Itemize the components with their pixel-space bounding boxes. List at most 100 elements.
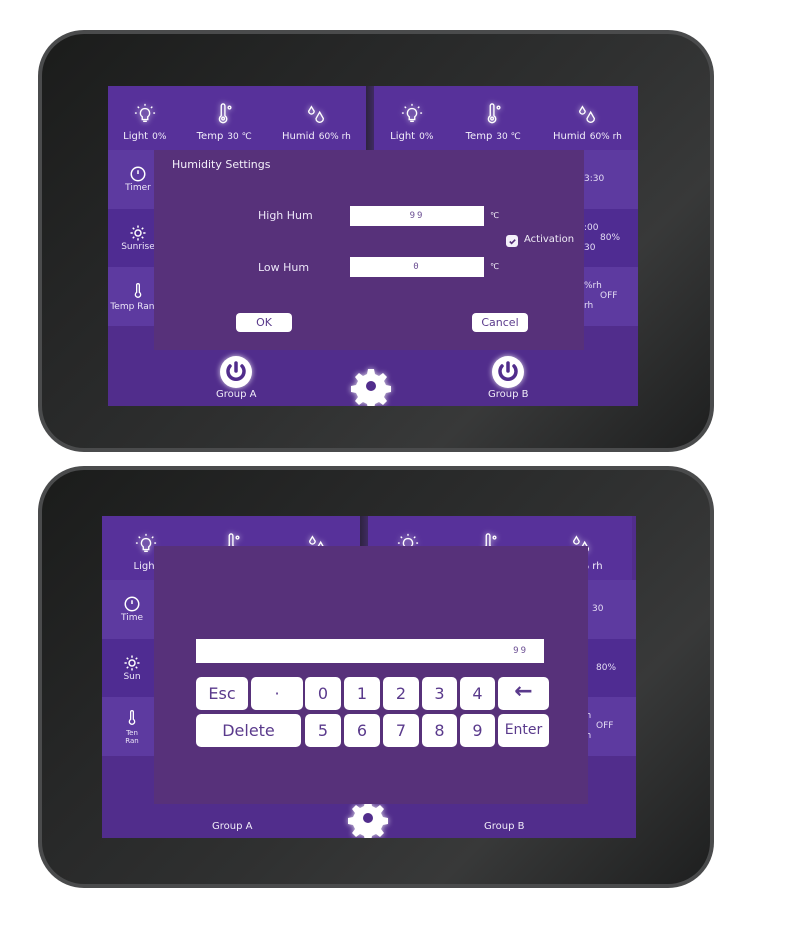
power-icon	[492, 356, 525, 388]
group-b-label: Group B	[484, 821, 525, 832]
group-a-label: Group A	[212, 821, 253, 832]
tile-label: Sunrise	[121, 241, 155, 252]
key-5[interactable]: 5	[305, 714, 341, 747]
key-4[interactable]: 4	[460, 677, 495, 710]
tile-value: OFF	[600, 291, 618, 302]
tile-value: %rh	[584, 281, 602, 292]
key-3[interactable]: 3	[422, 677, 457, 710]
high-hum-label: High Hum	[258, 209, 313, 222]
low-hum-label: Low Hum	[258, 261, 310, 274]
sensor-bar: Light0% Temp30 ℃ Humid60% rh Light0%	[108, 86, 638, 150]
tile-label: Time	[120, 613, 144, 624]
key-delete[interactable]: Delete	[196, 714, 301, 747]
activation-label: Activation	[524, 234, 575, 245]
tile-temp-range[interactable]: Ten Ran	[102, 697, 162, 756]
key-7[interactable]: 7	[383, 714, 419, 747]
thermometer-icon	[134, 283, 142, 299]
keypad-display[interactable]: 99	[196, 639, 544, 663]
humidity-drops-icon	[579, 105, 596, 123]
sensor-temp[interactable]: Temp 30 ℃	[466, 103, 521, 142]
sun-icon	[130, 225, 146, 241]
humidity-drops-icon	[308, 105, 325, 123]
tile-value: rh	[582, 711, 636, 721]
settings-gear-icon[interactable]	[351, 366, 391, 406]
tile-value: rh	[584, 301, 594, 312]
sensor-label: Light	[123, 131, 149, 142]
key-esc[interactable]: Esc	[196, 677, 248, 710]
key-2[interactable]: 2	[383, 677, 419, 710]
sensor-temp[interactable]: Temp 30 ℃	[197, 103, 252, 142]
group-a-label: Group A	[216, 389, 257, 400]
tile-value: rh	[582, 731, 636, 741]
tile-value: )	[582, 673, 636, 683]
tile-value: 30	[584, 242, 596, 253]
tile-value: 80%	[600, 232, 621, 243]
touch-screen: Light0% Temp30 ℃ Humid60% rh Light0%	[108, 86, 638, 406]
clock-icon	[130, 166, 146, 182]
low-hum-input[interactable]: 0	[350, 257, 484, 277]
checkmark-icon	[508, 238, 516, 244]
tile-value: OFF	[596, 721, 614, 732]
sensor-value: 30 ℃	[496, 132, 521, 142]
tile-label: Ten	[126, 729, 138, 738]
tile-timer-b[interactable]: 3:30	[578, 150, 638, 209]
tile-humidity-range-b[interactable]: %rh OFF rh	[578, 267, 638, 326]
tile-label: Timer	[125, 183, 151, 194]
high-hum-input[interactable]: 99	[350, 206, 484, 226]
left-tiles: Time Sun Ten Ran	[102, 580, 162, 756]
sensor-value: 60% rh	[318, 132, 351, 142]
panel-divider	[366, 86, 374, 150]
group-a-power-button[interactable]: Group A	[212, 821, 252, 832]
light-bulb-icon	[401, 103, 422, 123]
tile-sunrise[interactable]: Sun	[102, 638, 162, 698]
thermometer-icon	[128, 710, 136, 726]
low-hum-unit: ℃	[490, 262, 499, 271]
activation-checkbox[interactable]	[506, 235, 518, 247]
sensor-value: 0%	[419, 132, 434, 142]
sensor-label: Temp	[465, 131, 493, 142]
tile-value: 0	[582, 653, 636, 663]
backspace-key-arrow-icon[interactable]: ←	[498, 677, 549, 710]
thermometer-icon	[218, 103, 232, 124]
thermometer-icon	[487, 103, 501, 124]
group-b-power-button[interactable]: Group B	[484, 821, 524, 832]
sensor-light[interactable]: Light 0%	[123, 103, 166, 142]
tile-label: Sun	[123, 671, 141, 682]
touch-screen: Light rh Time Sun Ten Ran 30 80% OFF Gro…	[102, 516, 636, 838]
sensor-label: Humid	[281, 131, 315, 142]
group-a-power-button[interactable]: Group A	[216, 355, 256, 400]
humidity-settings-dialog: Humidity Settings High Hum 99 ℃ Activati…	[154, 150, 584, 350]
key-enter[interactable]: Enter	[498, 714, 549, 747]
sensor-light[interactable]: Light 0%	[390, 103, 433, 142]
sensor-humidity[interactable]: Humid 60% rh	[553, 103, 622, 142]
ok-button[interactable]: OK	[236, 313, 292, 332]
device-frame-humidity-settings: Light0% Temp30 ℃ Humid60% rh Light0%	[38, 30, 714, 452]
sun-icon	[124, 655, 140, 671]
sensor-humidity[interactable]: Humid 60% rh	[282, 103, 351, 142]
key-decimal[interactable]: ·	[251, 677, 303, 710]
group-b-power-button[interactable]: Group B	[488, 355, 528, 400]
tile-value: 30	[592, 604, 604, 615]
tile-value: 3:30	[584, 174, 605, 185]
cancel-button[interactable]: Cancel	[472, 313, 528, 332]
sensor-value: 0%	[152, 132, 167, 142]
key-1[interactable]: 1	[344, 677, 380, 710]
key-8[interactable]: 8	[422, 714, 457, 747]
sensor-panel-group-a: Light 0% Temp 30 ℃ Humid 60% rh	[108, 86, 366, 150]
sensor-panel-group-b: Light 0% Temp 30 ℃ Humid 60% rh	[374, 86, 638, 150]
device-frame-keypad: Light rh Time Sun Ten Ran 30 80% OFF Gro…	[38, 466, 714, 888]
sensor-label: Temp	[196, 131, 224, 142]
settings-gear-icon[interactable]	[348, 798, 388, 838]
tile-timer[interactable]: Time	[102, 580, 162, 639]
clock-icon	[124, 596, 140, 612]
group-b-label: Group B	[488, 389, 529, 400]
key-9[interactable]: 9	[460, 714, 495, 747]
key-6[interactable]: 6	[344, 714, 380, 747]
numeric-keypad-dialog: 99 Esc · 0 1 2 3 4 ← Delete 5 6 7 8 9 En…	[154, 546, 588, 804]
sensor-value: 30 ℃	[227, 132, 252, 142]
sensor-value: 60% rh	[589, 132, 622, 142]
dialog-title: Humidity Settings	[172, 158, 271, 171]
tile-value: 80%	[596, 662, 617, 673]
tile-sunrise-b[interactable]: :00 80% 30	[578, 208, 638, 268]
key-0[interactable]: 0	[305, 677, 341, 710]
